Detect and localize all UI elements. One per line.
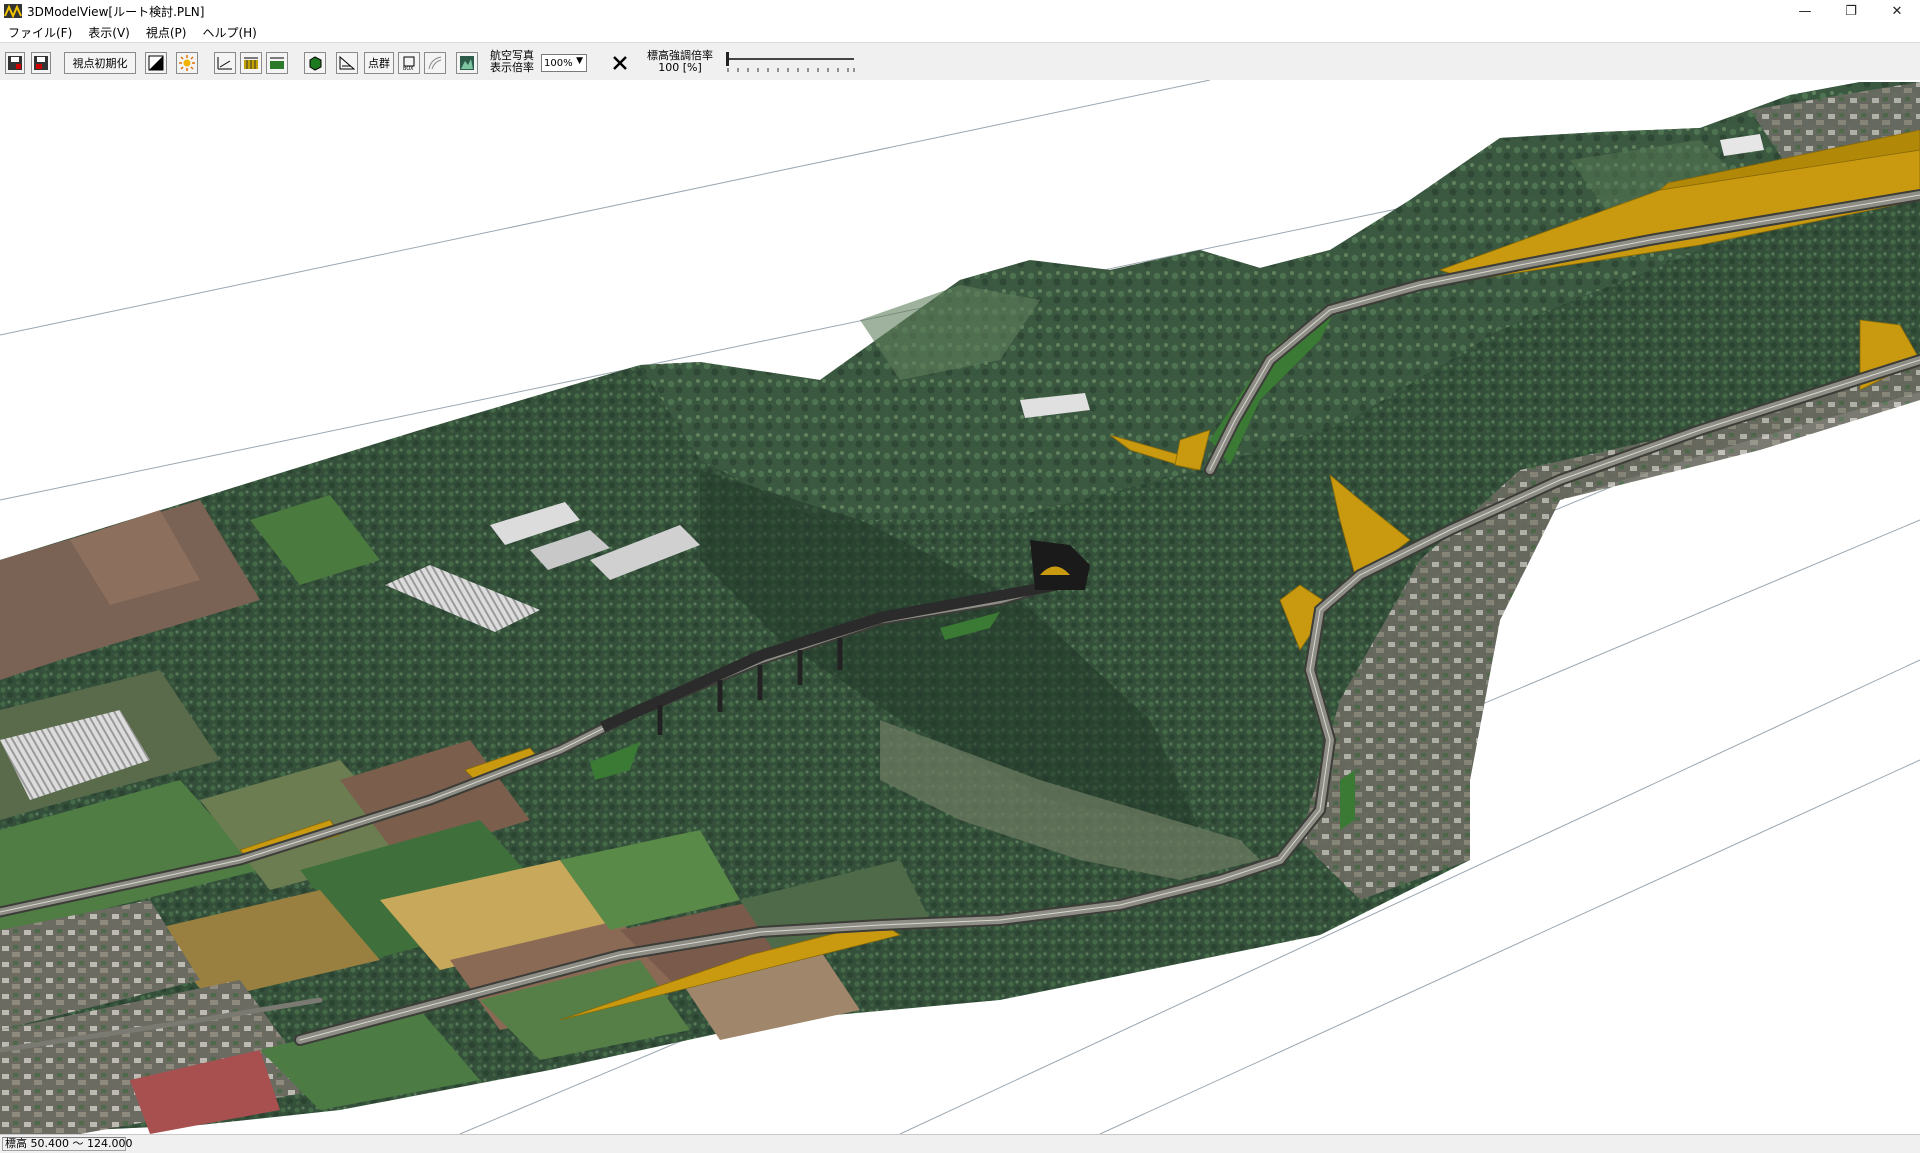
height-scale-label: 標高強調倍率 100 [%] — [647, 49, 713, 74]
terrain-model[interactable] — [0, 80, 1920, 1134]
photo-icon — [459, 55, 475, 71]
height-scale-slider[interactable] — [726, 52, 856, 76]
curve-button[interactable] — [424, 52, 446, 74]
status-bar: 標高 50.400 ～ 124.000 — [0, 1134, 1920, 1153]
3d-viewport[interactable] — [0, 80, 1920, 1134]
aerial-scale-label: 航空写真 表示倍率 — [490, 49, 534, 74]
contrast-button[interactable] — [145, 52, 167, 74]
close-x-icon — [611, 54, 629, 72]
title-bar: 3DModelView[ルート検討.PLN] — ❐ ✕ — [0, 0, 1920, 22]
terrain-button[interactable] — [266, 52, 288, 74]
grid-button[interactable] — [240, 52, 262, 74]
menu-bar: ファイル(F) 表示(V) 視点(P) ヘルプ(H) — [0, 22, 1920, 42]
menu-file[interactable]: ファイル(F) — [0, 24, 80, 41]
slider-ticks — [727, 68, 855, 72]
slope-icon — [339, 55, 355, 71]
save-icon — [7, 55, 23, 71]
save-button[interactable] — [5, 52, 25, 74]
slider-thumb[interactable] — [726, 52, 729, 66]
light-button[interactable] — [176, 52, 198, 74]
box-button[interactable]: BOX — [398, 52, 420, 74]
close-button[interactable]: ✕ — [1874, 0, 1920, 22]
contrast-icon — [148, 55, 164, 71]
terrain-icon — [269, 55, 285, 71]
grid-icon — [243, 55, 259, 71]
solid-button[interactable] — [304, 52, 326, 74]
open-button[interactable] — [31, 52, 51, 74]
toolbar: 視点初期化 点群 BOX 航空写真 表示倍率 100% ▼ 標高強調倍率 100… — [0, 42, 1920, 82]
curve-icon — [427, 55, 443, 71]
point-group-button[interactable]: 点群 — [364, 52, 394, 74]
section-button[interactable] — [214, 52, 236, 74]
aerial-scale-select[interactable]: 100% ▼ — [541, 54, 587, 72]
light-icon — [179, 55, 195, 71]
elevation-range-readout: 標高 50.400 ～ 124.000 — [2, 1137, 132, 1151]
solid-icon — [307, 55, 323, 71]
open-icon — [33, 55, 49, 71]
maximize-button[interactable]: ❐ — [1828, 0, 1874, 22]
box-icon: BOX — [401, 55, 417, 71]
menu-help[interactable]: ヘルプ(H) — [194, 24, 264, 41]
window-title: 3DModelView[ルート検討.PLN] — [27, 4, 205, 19]
close-view-button[interactable] — [608, 52, 632, 74]
menu-view[interactable]: 表示(V) — [80, 24, 138, 41]
menu-viewpoint[interactable]: 視点(P) — [138, 24, 195, 41]
chevron-down-icon: ▼ — [576, 56, 583, 66]
minimize-button[interactable]: — — [1782, 0, 1828, 22]
section-icon — [217, 55, 233, 71]
slope-button[interactable] — [336, 52, 358, 74]
photo-button[interactable] — [456, 52, 478, 74]
app-logo-icon — [4, 4, 22, 19]
svg-text:BOX: BOX — [403, 66, 414, 71]
reset-view-button[interactable]: 視点初期化 — [64, 52, 136, 74]
